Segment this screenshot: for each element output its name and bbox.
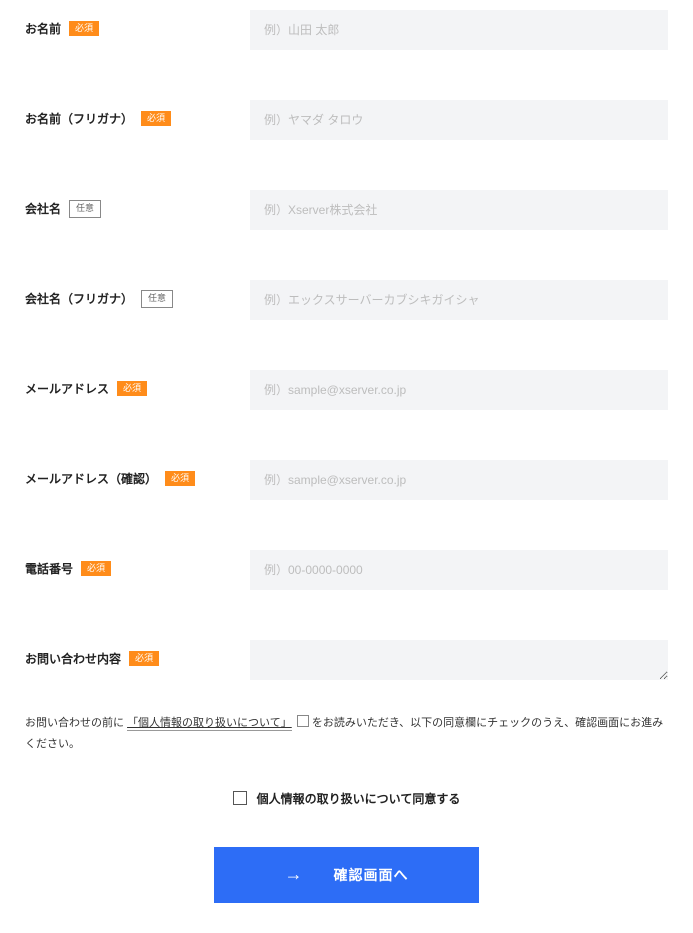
badge-required: 必須 [69,21,99,37]
notice-prefix: お問い合わせの前に [25,717,124,729]
confirm-button[interactable]: → 確認画面へ [214,847,479,903]
row-company-kana: 会社名（フリガナ） 任意 [25,280,668,320]
label-email-confirm: メールアドレス（確認） [25,470,157,487]
label-col: メールアドレス（確認） 必須 [25,460,250,487]
badge-required: 必須 [165,471,195,487]
email-input[interactable] [250,370,668,410]
input-col [250,10,668,50]
label-inquiry: お問い合わせ内容 [25,650,121,667]
input-col [250,550,668,590]
submit-label: 確認画面へ [334,865,409,885]
label-phone: 電話番号 [25,560,73,577]
input-col [250,190,668,230]
badge-optional: 任意 [141,290,173,308]
row-email-confirm: メールアドレス（確認） 必須 [25,460,668,500]
input-col [250,460,668,500]
input-col [250,100,668,140]
phone-input[interactable] [250,550,668,590]
row-email: メールアドレス 必須 [25,370,668,410]
row-phone: 電話番号 必須 [25,550,668,590]
consent-checkbox[interactable] [233,791,247,805]
privacy-link[interactable]: 「個人情報の取り扱いについて」 [127,717,292,731]
consent-label: 個人情報の取り扱いについて同意する [257,790,461,807]
consent-row: 個人情報の取り扱いについて同意する [25,790,668,807]
contact-form: お名前 必須 お名前（フリガナ） 必須 会社名 任意 会社名（フリガナ） 任意 [0,0,693,933]
row-name: お名前 必須 [25,10,668,50]
badge-optional: 任意 [69,200,101,218]
label-col: 会社名（フリガナ） 任意 [25,280,250,308]
label-col: お名前（フリガナ） 必須 [25,100,250,127]
row-name-kana: お名前（フリガナ） 必須 [25,100,668,140]
label-col: メールアドレス 必須 [25,370,250,397]
label-col: 電話番号 必須 [25,550,250,577]
company-kana-input[interactable] [250,280,668,320]
input-col [250,370,668,410]
badge-required: 必須 [117,381,147,397]
row-inquiry: お問い合わせ内容 必須 [25,640,668,683]
label-name: お名前 [25,20,61,37]
name-input[interactable] [250,10,668,50]
inquiry-textarea[interactable] [250,640,668,680]
privacy-notice: お問い合わせの前に 「個人情報の取り扱いについて」 をお読みいただき、以下の同意… [25,713,668,755]
label-company-kana: 会社名（フリガナ） [25,290,133,307]
badge-required: 必須 [81,561,111,577]
badge-required: 必須 [129,651,159,667]
external-link-icon [297,717,307,727]
badge-required: 必須 [141,111,171,127]
label-email: メールアドレス [25,380,109,397]
email-confirm-input[interactable] [250,460,668,500]
row-company: 会社名 任意 [25,190,668,230]
label-col: お問い合わせ内容 必須 [25,640,250,667]
company-input[interactable] [250,190,668,230]
input-col [250,640,668,683]
label-name-kana: お名前（フリガナ） [25,110,133,127]
input-col [250,280,668,320]
arrow-right-icon: → [285,864,304,885]
label-col: 会社名 任意 [25,190,250,218]
label-company: 会社名 [25,200,61,217]
label-col: お名前 必須 [25,10,250,37]
submit-row: → 確認画面へ [25,847,668,903]
name-kana-input[interactable] [250,100,668,140]
